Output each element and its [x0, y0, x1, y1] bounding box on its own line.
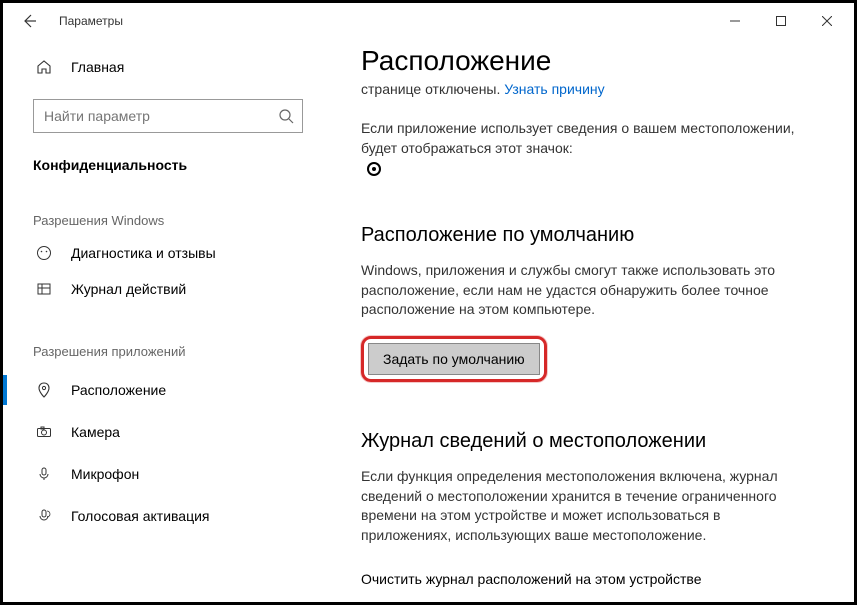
arrow-left-icon: [20, 12, 38, 30]
disabled-notice: странице отключены. Узнать причину: [361, 81, 824, 97]
history-text: Если функция определения местоположения …: [361, 467, 801, 545]
location-icon: [33, 382, 55, 398]
search-icon: [278, 108, 294, 124]
feedback-icon: [33, 245, 55, 261]
nav-label: Голосовая активация: [71, 508, 210, 524]
usage-text-line: Если приложение использует сведения о ва…: [361, 119, 801, 158]
nav-label: Журнал действий: [71, 281, 186, 297]
window-body: Главная Конфиденциальность Разрешения Wi…: [3, 39, 854, 602]
search-box[interactable]: [33, 99, 303, 133]
sidebar-section-title: Конфиденциальность: [33, 157, 303, 173]
close-icon: [822, 16, 832, 26]
group-windows-permissions: Разрешения Windows: [33, 213, 323, 228]
nav-label: Камера: [71, 424, 120, 440]
set-default-button[interactable]: Задать по умолчанию: [368, 343, 540, 375]
disabled-text: странице отключены.: [361, 81, 504, 97]
maximize-icon: [776, 16, 786, 26]
default-location-heading: Расположение по умолчанию: [361, 224, 824, 247]
settings-window: Параметры Главная Конфиденциальность Раз…: [0, 0, 857, 605]
activity-icon: [33, 281, 55, 297]
content-area: Расположение странице отключены. Узнать …: [323, 39, 854, 602]
page-heading: Расположение: [361, 45, 824, 77]
microphone-icon: [33, 466, 55, 482]
home-nav[interactable]: Главная: [33, 49, 303, 85]
nav-voice-activation[interactable]: Голосовая активация: [3, 495, 323, 537]
location-indicator-icon: [367, 162, 381, 176]
sidebar: Главная Конфиденциальность Разрешения Wi…: [3, 39, 323, 602]
clear-history-label: Очистить журнал расположений на этом уст…: [361, 571, 824, 587]
search-input[interactable]: [44, 108, 278, 124]
home-label: Главная: [71, 59, 124, 75]
maximize-button[interactable]: [758, 5, 804, 37]
window-title: Параметры: [59, 14, 123, 28]
voice-icon: [33, 508, 55, 524]
home-icon: [33, 59, 55, 75]
titlebar: Параметры: [3, 3, 854, 39]
close-button[interactable]: [804, 5, 850, 37]
camera-icon: [33, 424, 55, 440]
minimize-icon: [730, 16, 740, 26]
nav-label: Микрофон: [71, 466, 139, 482]
history-heading: Журнал сведений о местоположении: [361, 430, 824, 453]
nav-location[interactable]: Расположение: [3, 369, 323, 411]
nav-label: Диагностика и отзывы: [71, 245, 216, 261]
nav-activity-log[interactable]: Журнал действий: [3, 268, 323, 310]
nav-microphone[interactable]: Микрофон: [3, 453, 323, 495]
nav-camera[interactable]: Камера: [3, 411, 323, 453]
back-button[interactable]: [17, 9, 41, 33]
default-location-text: Windows, приложения и службы смогут такж…: [361, 261, 801, 320]
location-indicator-row: [361, 162, 824, 176]
nav-label: Расположение: [71, 382, 166, 398]
highlight-frame: Задать по умолчанию: [361, 336, 547, 382]
learn-why-link[interactable]: Узнать причину: [504, 81, 604, 97]
minimize-button[interactable]: [712, 5, 758, 37]
group-app-permissions: Разрешения приложений: [33, 344, 323, 359]
window-buttons: [712, 5, 850, 37]
nav-diagnostics[interactable]: Диагностика и отзывы: [3, 238, 323, 268]
